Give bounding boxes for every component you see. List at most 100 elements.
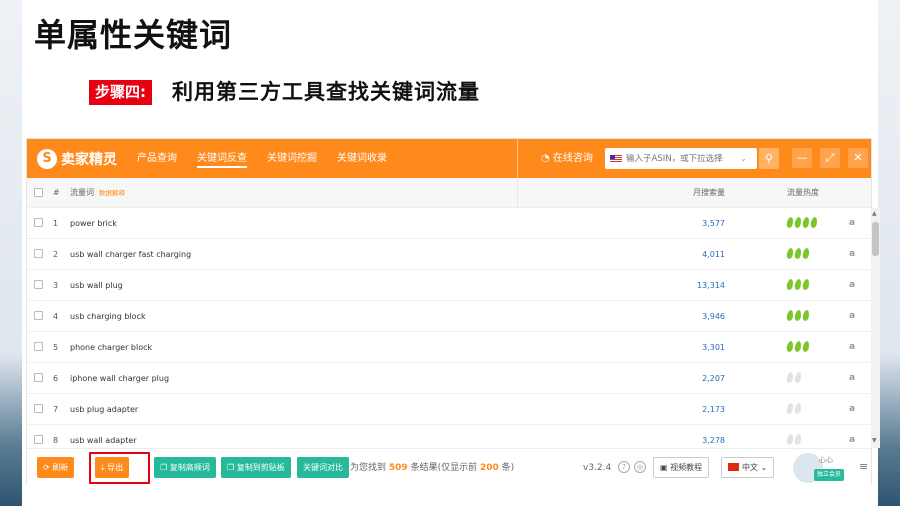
heat-indicator [785,278,811,291]
row-volume[interactable]: 13,314 [647,270,725,301]
logo-text: 卖家精灵 [61,152,117,168]
row-volume[interactable]: 3,301 [647,332,725,363]
nav-product-query[interactable]: 产品查询 [137,139,177,178]
amazon-icon[interactable]: a [849,332,855,363]
heat-leaf-icon [809,216,819,229]
table-row[interactable]: 8 usb wall adapter 3,278 a [27,425,871,448]
amazon-icon[interactable]: a [849,363,855,394]
clipboard-icon: ❐ [227,463,237,472]
export-highlight-box [89,452,150,484]
amazon-icon[interactable]: a [849,425,855,448]
row-keyword[interactable]: iphone wall charger plug [70,363,169,394]
minimize-icon: — [796,151,808,164]
nav-keyword-reverse[interactable]: 关键词反查 [197,139,247,178]
scroll-down-icon[interactable]: ▼ [872,437,877,444]
row-checkbox[interactable] [34,342,43,351]
nav-keyword-mining[interactable]: 关键词挖掘 [267,139,317,178]
table-row[interactable]: 1 power brick 3,577 a [27,208,871,239]
copy-high-freq-button[interactable]: ❐ 复制高频词 [154,457,216,478]
seller-sprite-window: S 卖家精灵 产品查询 关键词反查 关键词挖掘 关键词收录 ◔ 在线咨询 ⌄ ⚲… [26,138,880,486]
asin-search-input[interactable] [626,153,746,164]
heat-leaf-icon [801,247,811,260]
chat-icon: ◔ [541,153,553,164]
row-checkbox[interactable] [34,280,43,289]
close-button[interactable]: ✕ [848,148,868,168]
copy-clipboard-button[interactable]: ❐ 复制到剪贴板 [221,457,291,478]
row-checkbox[interactable] [34,373,43,382]
row-checkbox[interactable] [34,435,43,444]
heat-leaf-icon [785,216,795,229]
col-heat-header[interactable]: 流量热度 [787,178,819,208]
help-icon[interactable]: ? [618,461,630,473]
row-keyword[interactable]: power brick [70,208,117,239]
settings-icon[interactable]: ◎ [634,461,646,473]
table-row[interactable]: 4 usb charging block 3,946 a [27,301,871,332]
table-row[interactable]: 5 phone charger block 3,301 a [27,332,871,363]
us-flag-icon[interactable] [610,154,622,163]
search-icon: ⚲ [764,152,774,165]
heat-indicator [785,247,811,260]
heat-leaf-icon [793,371,803,384]
heat-leaf-icon [793,309,803,322]
amazon-icon[interactable]: a [849,208,855,239]
row-keyword[interactable]: phone charger block [70,332,152,363]
heat-leaf-icon [793,433,803,446]
row-volume[interactable]: 3,946 [647,301,725,332]
row-checkbox[interactable] [34,218,43,227]
row-checkbox[interactable] [34,249,43,258]
row-volume[interactable]: 2,207 [647,363,725,394]
refresh-button[interactable]: ⟳ 刷新 [37,457,75,478]
select-all-checkbox[interactable] [34,188,43,197]
menu-icon[interactable]: ≡ [859,460,868,473]
table-row[interactable]: 2 usb wall charger fast charging 4,011 a [27,239,871,270]
scroll-up-icon[interactable]: ▲ [872,210,877,217]
amazon-icon[interactable]: a [849,301,855,332]
row-volume[interactable]: 4,011 [647,239,725,270]
data-explain-link[interactable]: 数据解释 [99,178,125,209]
row-keyword[interactable]: usb wall adapter [70,425,137,448]
minimize-button[interactable]: — [792,148,812,168]
amazon-icon[interactable]: a [849,239,855,270]
amazon-icon[interactable]: a [849,394,855,425]
row-index: 4 [53,312,59,321]
col-volume-header[interactable]: 月搜索量 [647,178,725,208]
app-logo[interactable]: S 卖家精灵 [37,147,117,171]
online-consult-link[interactable]: ◔ 在线咨询 [541,139,593,178]
table-scrollbar[interactable]: ▲ ▼ [871,208,880,448]
chevron-down-icon[interactable]: ⌄ [740,154,747,163]
table-row[interactable]: 3 usb wall plug 13,314 a [27,270,871,301]
row-volume[interactable]: 3,577 [647,208,725,239]
keyword-compare-button[interactable]: 关键词对比 [297,457,349,478]
row-keyword[interactable]: usb plug adapter [70,394,138,425]
video-tutorial-button[interactable]: ▣ 视频教程 [653,457,710,478]
row-checkbox[interactable] [34,404,43,413]
language-select[interactable]: 中文 ⌄ [721,457,775,478]
row-index: 7 [53,405,59,414]
row-keyword[interactable]: usb wall plug [70,270,123,301]
table-footer: ⟳ 刷新 ⤓ 导出 ❐ 复制高频词 ❐ 复制到剪贴板 关键词对比 为您找到 50… [27,448,871,486]
row-checkbox[interactable] [34,311,43,320]
col-keyword-header: 流量词 [70,188,94,197]
row-volume[interactable]: 2,173 [647,394,725,425]
table-row[interactable]: 7 usb plug adapter 2,173 a [27,394,871,425]
row-keyword[interactable]: usb wall charger fast charging [70,239,191,270]
heat-leaf-icon [793,340,803,353]
refresh-label: 刷新 [52,463,69,472]
chevron-down-icon: ⌄ [760,463,768,472]
row-index: 2 [53,250,59,259]
amazon-icon[interactable]: a [849,270,855,301]
row-keyword[interactable]: usb charging block [70,301,146,332]
language-label: 中文 [742,463,758,472]
row-volume[interactable]: 3,278 [647,425,725,448]
heat-leaf-icon [785,371,795,384]
close-icon: ✕ [853,151,863,164]
heat-indicator [785,433,803,446]
search-button[interactable]: ⚲ [759,148,779,169]
heat-leaf-icon [785,278,795,291]
table-row[interactable]: 6 iphone wall charger plug 2,207 a [27,363,871,394]
nav-keyword-index[interactable]: 关键词收录 [337,139,387,178]
scroll-thumb[interactable] [872,222,879,256]
heat-leaf-icon [793,216,803,229]
heat-indicator [785,371,803,384]
maximize-button[interactable]: ⤢ [820,148,840,168]
